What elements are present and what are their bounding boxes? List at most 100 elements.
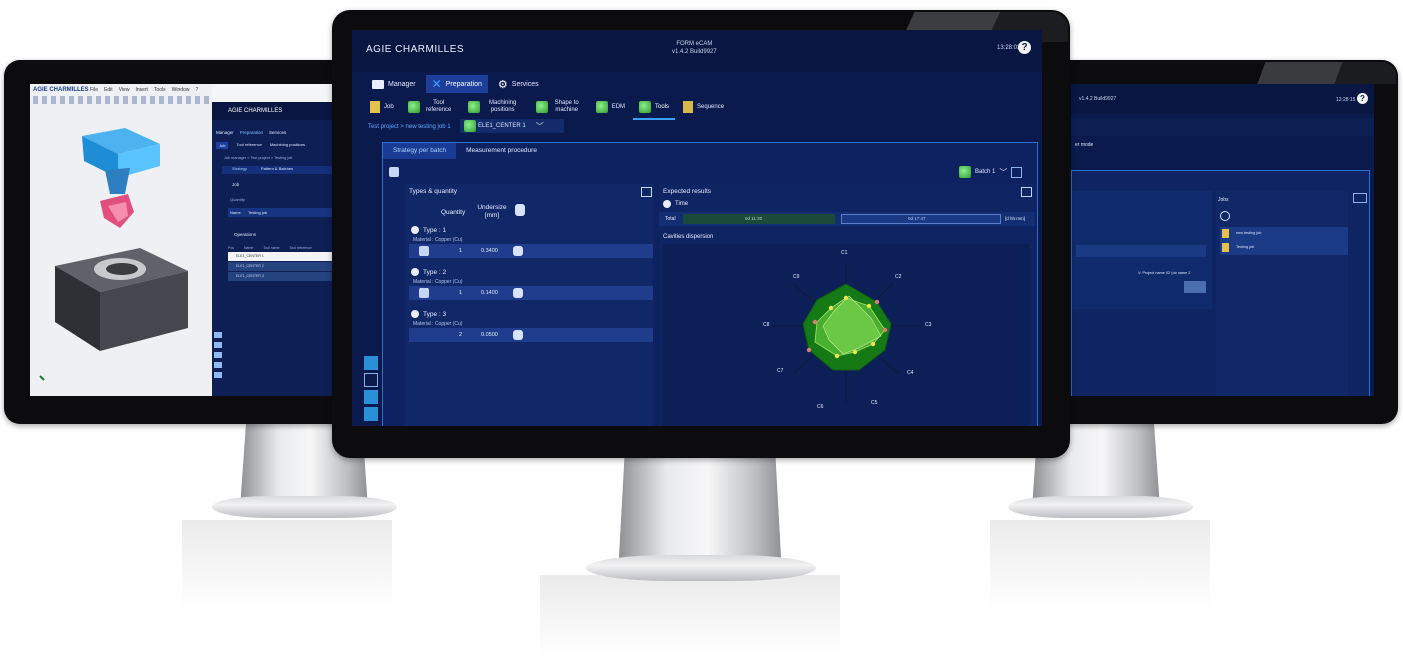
expand-icon[interactable] xyxy=(1011,166,1023,178)
menu-edit[interactable]: Edit xyxy=(104,87,113,93)
center-screen: AGIE CHARMILLES FORM eCAM v1.4.2 Build99… xyxy=(352,30,1042,426)
chevron-down-icon: ﹀ xyxy=(535,121,544,131)
left-tab-manager[interactable]: Manager xyxy=(216,130,234,135)
subtab-shape-to-machine[interactable]: Shape to machine xyxy=(530,96,588,118)
tab-manager[interactable]: Manager xyxy=(366,75,422,93)
type-quantity[interactable]: 1 xyxy=(459,290,462,296)
subtab-job[interactable]: Job xyxy=(364,96,400,118)
total-bar-2: 0d 17:47 xyxy=(841,214,1001,224)
right-expand-icon[interactable] xyxy=(1353,193,1367,203)
side-tool-icon[interactable] xyxy=(364,390,378,404)
edit-undersize-icon[interactable] xyxy=(513,288,523,298)
menu-insert[interactable]: Insert xyxy=(135,87,148,93)
table-row[interactable]: ELE1_CENTER 3 xyxy=(228,272,338,281)
edit-undersize-icon[interactable] xyxy=(513,246,523,256)
menu-tools[interactable]: Tools xyxy=(154,87,166,93)
breadcrumb[interactable]: Test project > new testing job 1 xyxy=(368,124,451,130)
app-version: FORM eCAM v1.4.2 Build9927 xyxy=(672,40,717,56)
subtab-edm[interactable]: EDM xyxy=(590,96,631,118)
tab-services[interactable]: ⚙ Services xyxy=(492,75,545,93)
menu-view[interactable]: View xyxy=(119,87,130,93)
side-tool-icon[interactable] xyxy=(364,407,378,421)
menu-window[interactable]: Window xyxy=(172,87,190,93)
side-tool-icon[interactable] xyxy=(364,356,378,370)
subtab-sequence-label: Sequence xyxy=(697,103,725,110)
col-pos[interactable]: Pos xyxy=(228,246,234,250)
left-name-label: Name xyxy=(230,210,241,215)
type-name: Type : 2 xyxy=(423,269,447,276)
left-tab-services[interactable]: Services xyxy=(269,130,286,135)
type-row[interactable]: 1 0.3400 xyxy=(409,244,653,258)
right-version: v1.4.2 Build9927 xyxy=(1079,96,1117,102)
right-job-item[interactable]: new testing job xyxy=(1236,231,1261,235)
time-label: Time xyxy=(675,201,689,207)
tab-strategy-per-batch[interactable]: Strategy per batch xyxy=(383,143,457,159)
menu-file[interactable]: File xyxy=(90,87,98,93)
left-tab-preparation[interactable]: Preparation xyxy=(240,130,263,135)
right-help-icon[interactable]: ? xyxy=(1357,93,1368,104)
radar-label: C8 xyxy=(763,322,770,328)
toolbar-icons[interactable] xyxy=(33,96,209,104)
expand-icon[interactable] xyxy=(1021,187,1032,197)
app-build: v1.4.2 Build9927 xyxy=(672,49,717,55)
left-subtab-machining-positions[interactable]: Machining positions xyxy=(270,142,305,149)
right-action-button[interactable] xyxy=(1184,281,1206,293)
tab-preparation-label: Preparation xyxy=(445,80,482,88)
type-row[interactable]: 2 0.0500 xyxy=(409,328,653,342)
left-subtab-job[interactable]: Job xyxy=(216,142,229,149)
left-name-value[interactable]: Testing job xyxy=(248,210,267,215)
table-row[interactable]: ELE1_CENTER 1 xyxy=(228,252,338,261)
row-name: ELE1_CENTER 1 xyxy=(236,254,264,258)
subtab-machining-positions[interactable]: Machining positions xyxy=(462,96,528,118)
electrode-settings-icon[interactable] xyxy=(515,204,525,216)
menu-help[interactable]: ? xyxy=(195,87,198,93)
left-side-icons[interactable] xyxy=(214,332,222,382)
left-subtab-tool-reference[interactable]: Tool reference xyxy=(236,142,261,149)
folder-icon xyxy=(372,79,384,89)
table-row[interactable]: ELE1_CENTER 2 xyxy=(228,262,338,271)
collapse-icon[interactable] xyxy=(411,268,419,276)
side-tool-icon[interactable] xyxy=(364,373,378,387)
cavities-radar: C1 C2 C3 C4 C5 C6 C7 C8 C9 xyxy=(663,244,1029,426)
tab-measurement-procedure[interactable]: Measurement procedure xyxy=(456,143,547,159)
type-quantity[interactable]: 2 xyxy=(459,332,462,338)
total-value-1: 0d 11:30 xyxy=(745,216,763,221)
radar-label: C9 xyxy=(793,274,800,280)
edit-undersize-icon[interactable] xyxy=(513,330,523,340)
help-icon[interactable]: ? xyxy=(1018,41,1031,54)
radar-label: C6 xyxy=(817,404,824,410)
edm-icon xyxy=(595,101,608,113)
main-tabs: Manager ✕ Preparation ⚙ Services xyxy=(366,75,545,95)
subtab-tool-reference[interactable]: Tool reference xyxy=(402,96,460,118)
type-row[interactable]: 1 0.1400 xyxy=(409,286,653,300)
side-toolbar xyxy=(364,356,378,424)
subtab-tools[interactable]: Tools xyxy=(633,96,676,120)
type-name: Type : 1 xyxy=(423,227,447,234)
type-undersize[interactable]: 0.3400 xyxy=(481,248,498,254)
machining-positions-icon xyxy=(467,101,480,113)
tab-manager-label: Manager xyxy=(388,80,416,88)
row-name: ELE1_CENTER 3 xyxy=(236,274,264,278)
left-quantity-label: Quantity xyxy=(230,197,245,202)
tools-icon xyxy=(639,101,652,113)
right-job-item[interactable]: Testing job xyxy=(1236,245,1254,249)
type-undersize[interactable]: 0.0500 xyxy=(481,332,498,338)
expand-icon[interactable] xyxy=(641,187,652,197)
right-screen: v1.4.2 Build9927 13:28:15 ? er mode V: P… xyxy=(1071,84,1374,396)
collapse-icon[interactable] xyxy=(411,226,419,234)
left-breadcrumb[interactable]: Job manager > Test project > Testing job xyxy=(224,156,292,160)
col-name[interactable]: Name xyxy=(244,246,253,250)
type-quantity[interactable]: 1 xyxy=(459,248,462,254)
subtab-sequence[interactable]: Sequence xyxy=(677,96,730,118)
chevron-down-icon: ﹀ xyxy=(999,167,1008,177)
left-strategy-tab[interactable]: Strategy xyxy=(232,166,247,174)
search-icon[interactable] xyxy=(1220,211,1230,221)
batch-selector[interactable]: Batch 1 ﹀ xyxy=(959,166,1023,178)
type-undersize[interactable]: 0.1400 xyxy=(481,290,498,296)
col-tool-name[interactable]: Tool name xyxy=(263,246,279,250)
left-pattern-tab[interactable]: Pattern & Batches xyxy=(261,166,293,174)
collapse-icon[interactable] xyxy=(663,200,671,208)
collapse-icon[interactable] xyxy=(411,310,419,318)
col-tool-reference[interactable]: Tool reference xyxy=(290,246,312,250)
tab-preparation[interactable]: ✕ Preparation xyxy=(425,75,488,93)
